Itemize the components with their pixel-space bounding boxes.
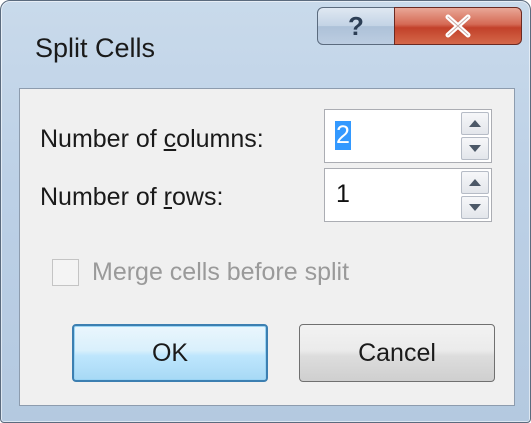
chevron-up-icon (469, 179, 481, 186)
chevron-up-icon (469, 120, 481, 127)
rows-input[interactable]: 1 (335, 180, 351, 209)
ok-button[interactable]: OK (72, 324, 268, 382)
help-icon: ? (348, 10, 364, 41)
merge-cells-checkbox[interactable] (52, 259, 79, 286)
rows-spinner[interactable]: 1 (324, 168, 492, 222)
rows-decrement-button[interactable] (461, 196, 489, 219)
chevron-down-icon (469, 204, 481, 211)
rows-spin-buttons (461, 171, 489, 219)
columns-decrement-button[interactable] (461, 137, 489, 160)
dialog-body: Number of columns: 2 Number of rows: 1 M… (19, 88, 515, 406)
rows-label: Number of rows: (40, 183, 224, 211)
split-cells-dialog: Split Cells ? Number of columns: 2 Numbe… (0, 0, 531, 423)
rows-increment-button[interactable] (461, 171, 489, 194)
columns-label: Number of columns: (40, 125, 264, 153)
merge-cells-label: Merge cells before split (92, 258, 350, 286)
help-button[interactable]: ? (317, 7, 395, 45)
chevron-down-icon (469, 145, 481, 152)
close-icon (445, 14, 471, 38)
columns-spin-buttons (461, 112, 489, 160)
dialog-title: Split Cells (35, 33, 156, 63)
columns-spinner[interactable]: 2 (324, 109, 492, 163)
columns-input[interactable]: 2 (335, 121, 351, 150)
cancel-button[interactable]: Cancel (299, 324, 495, 382)
close-button[interactable] (394, 7, 522, 45)
columns-increment-button[interactable] (461, 112, 489, 135)
